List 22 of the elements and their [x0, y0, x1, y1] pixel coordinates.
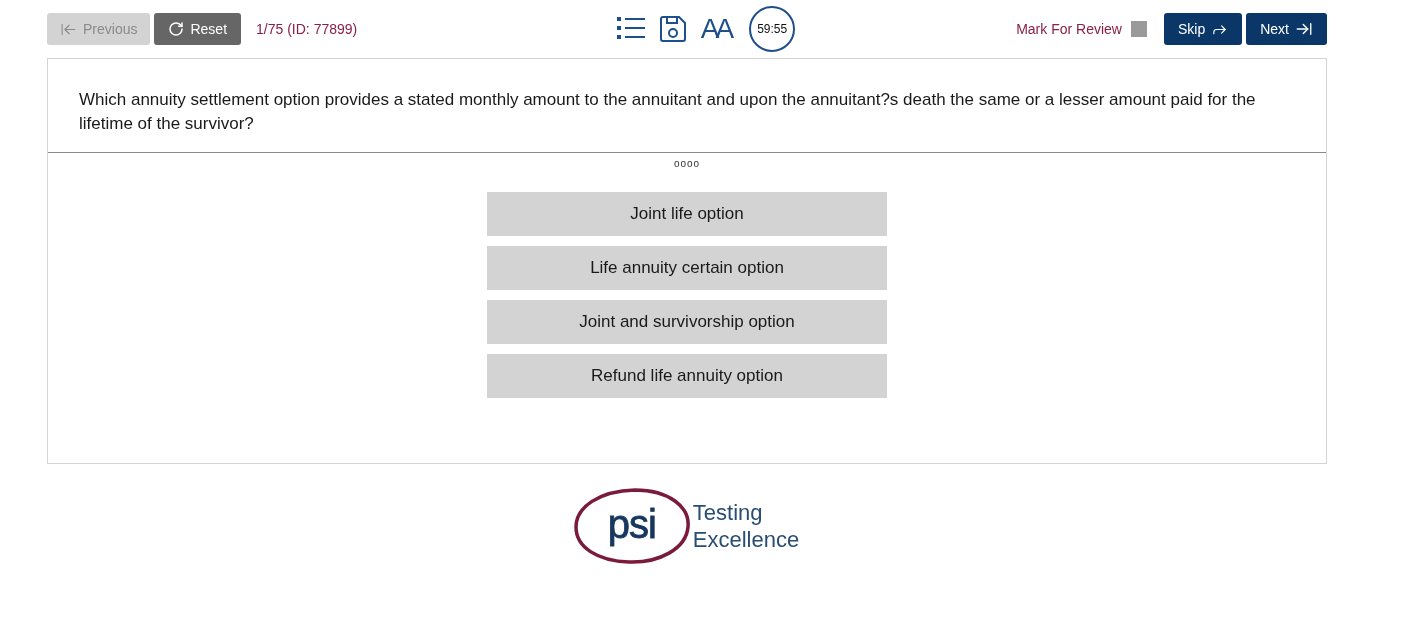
logo-mark-text: psi — [607, 504, 656, 544]
question-list-icon[interactable] — [616, 17, 645, 41]
ellipse-ring-icon — [572, 487, 691, 565]
answer-option[interactable]: Refund life annuity option — [487, 354, 887, 398]
question-text: Which annuity settlement option provides a stated monthly amount to the annuitant and upon the annuitant?s death the same or a lesser amount paid for the lifetime of the survivor? — [78, 89, 1257, 135]
next-button[interactable]: Next — [1246, 13, 1327, 45]
skip-button[interactable]: Skip — [1163, 13, 1243, 45]
progress-indicator: oooo — [673, 157, 701, 171]
rotate-arrow-icon — [168, 21, 185, 37]
mark-for-review-label: Mark For Review — [1016, 21, 1122, 37]
font-size-button[interactable]: AA — [700, 15, 735, 43]
save-icon[interactable] — [659, 16, 686, 42]
answer-option[interactable]: Joint life option — [487, 192, 887, 236]
logo-tagline: Testing — [692, 499, 764, 526]
question-counter: 1/75 (ID: 77899) — [256, 21, 358, 37]
arrow-right-to-line-icon — [1295, 20, 1313, 38]
reset-button[interactable]: Reset — [154, 13, 242, 45]
logo-tagline: Excellence — [692, 526, 800, 553]
answer-option[interactable]: Joint and survivorship option — [487, 300, 887, 344]
answer-option[interactable]: Life annuity certain option — [487, 246, 887, 290]
timer: 59:55 — [749, 6, 796, 52]
mark-for-review-checkbox[interactable] — [1130, 21, 1147, 37]
